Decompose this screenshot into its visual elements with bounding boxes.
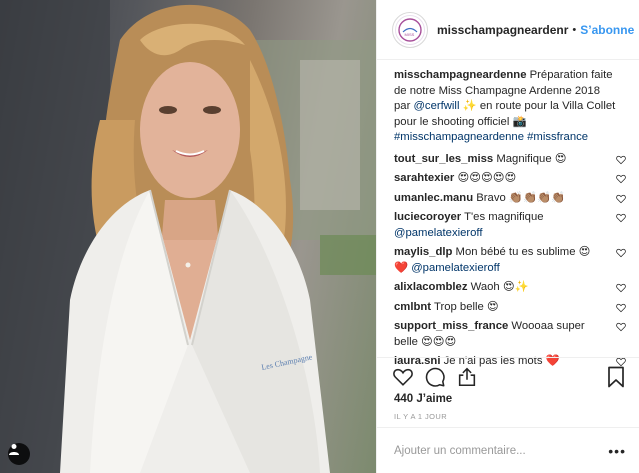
user-tag-icon[interactable] bbox=[8, 443, 30, 465]
like-comment-heart-icon[interactable] bbox=[616, 283, 626, 293]
like-comment-heart-icon[interactable] bbox=[616, 303, 626, 313]
comment-username[interactable]: support_miss_france bbox=[394, 320, 508, 332]
comment-text: Bravo 👏🏽👏🏽👏🏽👏🏽 bbox=[476, 191, 566, 204]
comment-username[interactable]: umanlec.manu bbox=[394, 192, 473, 204]
comment-input[interactable] bbox=[394, 444, 594, 457]
comment-icon[interactable] bbox=[424, 366, 446, 388]
person-icon bbox=[9, 444, 19, 455]
comment-text: 😍😍😍😍😍 bbox=[457, 172, 517, 184]
comment-item: sarahtexier 😍😍😍😍😍 bbox=[394, 171, 626, 187]
caption-hashtags[interactable]: #misschampagneardenne #missfrance bbox=[394, 131, 588, 143]
comment-text: Trop belle 😍 bbox=[433, 300, 499, 313]
comment-text: Waoh 😍✨ bbox=[470, 281, 529, 293]
like-comment-heart-icon[interactable] bbox=[616, 174, 626, 184]
post-timestamp: IL Y A 1 JOUR bbox=[394, 412, 448, 421]
like-comment-heart-icon[interactable] bbox=[616, 248, 626, 258]
bookmark-icon[interactable] bbox=[606, 366, 626, 388]
comment-item: umanlec.manu Bravo 👏🏽👏🏽👏🏽👏🏽 bbox=[394, 191, 626, 207]
comment-text: Magnifique 😍 bbox=[496, 152, 567, 165]
header-username[interactable]: misschampagneardenr bbox=[437, 23, 568, 37]
woman-in-bathrobe-image: Les Champagne bbox=[0, 0, 376, 473]
comment-item: luciecoroyer T'es magnifique @pamelatexi… bbox=[394, 210, 626, 241]
like-comment-heart-icon[interactable] bbox=[616, 194, 626, 204]
post-caption: misschampagneardenne Préparation faite d… bbox=[394, 68, 626, 146]
more-options-icon[interactable]: ••• bbox=[608, 443, 626, 459]
comment-username[interactable]: luciecoroyer bbox=[394, 211, 461, 223]
post-photo[interactable]: Les Champagne bbox=[0, 0, 376, 473]
comment-item: alixlacomblez Waoh 😍✨ bbox=[394, 280, 626, 296]
comment-item: maylis_dlp Mon bébé tu es sublime 😍 ❤️ @… bbox=[394, 245, 626, 276]
comment-item: support_miss_france Woooaa super belle 😍… bbox=[394, 319, 626, 350]
comments-list: misschampagneardenne Préparation faite d… bbox=[377, 68, 639, 374]
caption-mention[interactable]: @cerfwill bbox=[413, 100, 459, 112]
like-comment-heart-icon[interactable] bbox=[616, 213, 626, 223]
header-separator: • bbox=[572, 23, 577, 36]
follow-button[interactable]: S’abonne bbox=[580, 23, 634, 37]
likes-count[interactable]: 440 J’aime bbox=[394, 393, 452, 405]
like-comment-heart-icon[interactable] bbox=[616, 322, 626, 332]
comment-item: cmlbnt Trop belle 😍 bbox=[394, 300, 626, 316]
comment-mention[interactable]: @pamelatexieroff bbox=[394, 227, 483, 239]
comment-mention[interactable]: @pamelatexieroff bbox=[411, 262, 500, 274]
avatar-logo-icon: MISS bbox=[395, 14, 425, 45]
svg-text:MISS: MISS bbox=[405, 32, 415, 37]
share-icon[interactable] bbox=[456, 366, 478, 388]
comment-username[interactable]: tout_sur_les_miss bbox=[394, 153, 493, 165]
comment-form: ••• bbox=[377, 427, 639, 473]
comment-text: T'es magnifique bbox=[464, 211, 544, 223]
comment-item: tout_sur_les_miss Magnifique 😍 bbox=[394, 152, 626, 168]
comment-username[interactable]: maylis_dlp bbox=[394, 246, 452, 258]
post-header: MISS misschampagneardenr • S’abonne bbox=[377, 0, 639, 60]
post-side-panel: MISS misschampagneardenr • S’abonne miss… bbox=[376, 0, 639, 473]
like-comment-heart-icon[interactable] bbox=[616, 155, 626, 165]
comment-username[interactable]: sarahtexier bbox=[394, 172, 454, 184]
caption-username[interactable]: misschampagneardenne bbox=[394, 69, 526, 81]
avatar[interactable]: MISS bbox=[392, 11, 428, 48]
heart-icon[interactable] bbox=[392, 366, 414, 388]
comment-username[interactable]: cmlbnt bbox=[394, 301, 431, 313]
comment-username[interactable]: alixlacomblez bbox=[394, 281, 467, 293]
